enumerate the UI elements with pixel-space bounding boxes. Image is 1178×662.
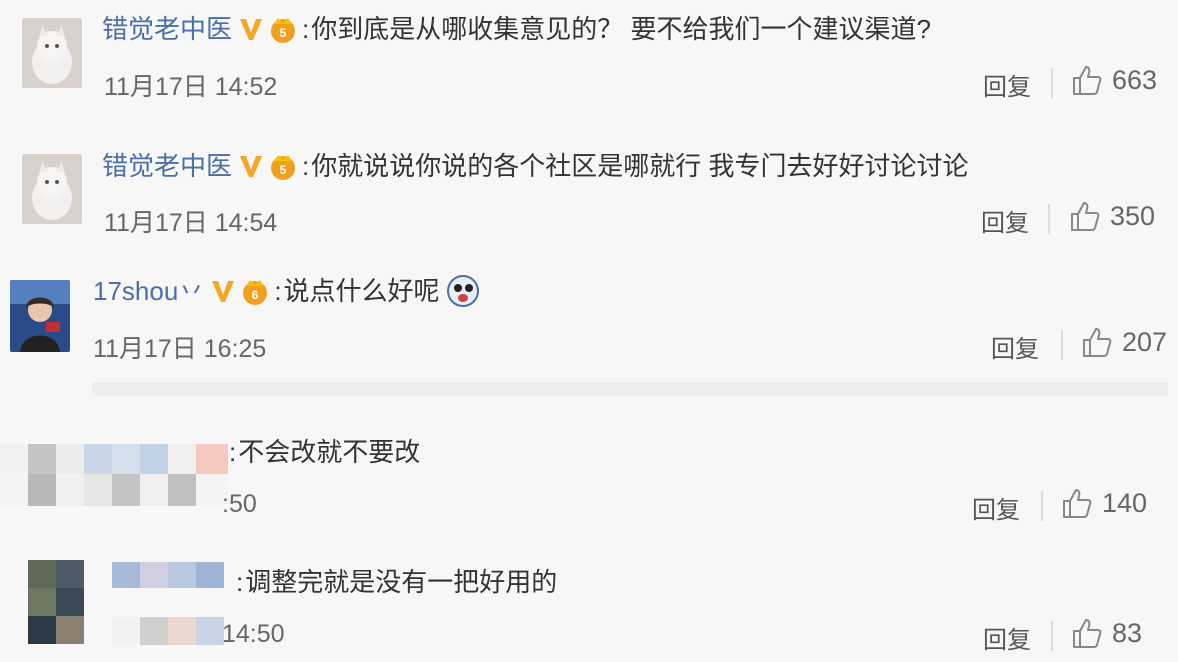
section-divider	[92, 382, 1168, 396]
like-button[interactable]: 350	[1070, 200, 1155, 232]
comment-text: 说点什么好呢	[283, 276, 440, 306]
like-button[interactable]: 83	[1072, 617, 1142, 649]
colon: :	[302, 14, 310, 44]
username[interactable]: 错觉老中医	[102, 13, 232, 45]
reply-button[interactable]: 回复	[981, 203, 1029, 238]
timestamp: 11月17日 16:25	[93, 335, 267, 363]
comment-text: 你就说说你说的各个社区是哪就行 我专门去好好讨论讨论	[311, 151, 969, 181]
comment-text: 你到底是从哪收集意见的？ 要不给我们一个建议渠道?	[311, 14, 931, 44]
avatar[interactable]	[22, 18, 82, 88]
thumbs-up-icon	[1063, 489, 1092, 518]
like-button[interactable]: 140	[1062, 487, 1147, 519]
comment-text: 不会改就不要改	[238, 437, 421, 467]
username[interactable]: 17shou丷	[93, 275, 204, 307]
v-badge-icon	[240, 156, 263, 177]
timestamp: :50	[222, 490, 257, 518]
timestamp: 14:50	[222, 620, 285, 648]
timestamp: 11月17日 14:52	[104, 73, 278, 101]
divider	[1061, 330, 1063, 360]
avatar[interactable]	[10, 280, 70, 352]
username[interactable]: 错觉老中医	[102, 150, 232, 182]
mosaic-username	[112, 562, 224, 588]
colon: :	[274, 276, 282, 306]
divider	[1051, 621, 1053, 651]
svg-text:5: 5	[280, 26, 287, 40]
reply-button[interactable]: 回复	[991, 329, 1039, 364]
like-count: 350	[1110, 200, 1156, 231]
divider	[1041, 491, 1043, 521]
thumbs-up-icon	[1071, 202, 1100, 231]
mosaic-avatar	[0, 444, 228, 506]
timestamp: 11月17日 14:54	[104, 209, 278, 237]
crown-icon: 5	[271, 155, 296, 180]
divider	[1048, 204, 1050, 234]
colon: :	[236, 567, 244, 597]
divider	[1051, 68, 1053, 98]
reply-button[interactable]: 回复	[983, 67, 1031, 102]
like-button[interactable]: 663	[1072, 64, 1157, 96]
avatar[interactable]	[22, 154, 82, 224]
mosaic-time	[112, 617, 224, 645]
emoji-icon	[446, 275, 479, 307]
colon: :	[229, 437, 237, 467]
thumbs-up-icon	[1083, 328, 1112, 357]
comment-text: 调整完就是没有一把好用的	[245, 567, 558, 597]
svg-text:5: 5	[280, 163, 287, 177]
like-count: 207	[1122, 326, 1168, 357]
v-badge-icon	[212, 281, 235, 302]
like-count: 83	[1112, 617, 1143, 648]
svg-text:6: 6	[252, 288, 259, 302]
thumbs-up-icon	[1073, 619, 1102, 648]
reply-button[interactable]: 回复	[983, 620, 1031, 655]
like-count: 663	[1112, 64, 1158, 95]
v-badge-icon	[240, 19, 263, 40]
like-button[interactable]: 207	[1082, 326, 1167, 358]
crown-icon: 5	[271, 18, 296, 43]
like-count: 140	[1102, 487, 1148, 518]
colon: :	[302, 151, 310, 181]
mosaic-avatar	[28, 560, 84, 644]
thumbs-up-icon	[1073, 66, 1102, 95]
crown-icon: 6	[243, 280, 268, 305]
reply-button[interactable]: 回复	[972, 490, 1020, 525]
